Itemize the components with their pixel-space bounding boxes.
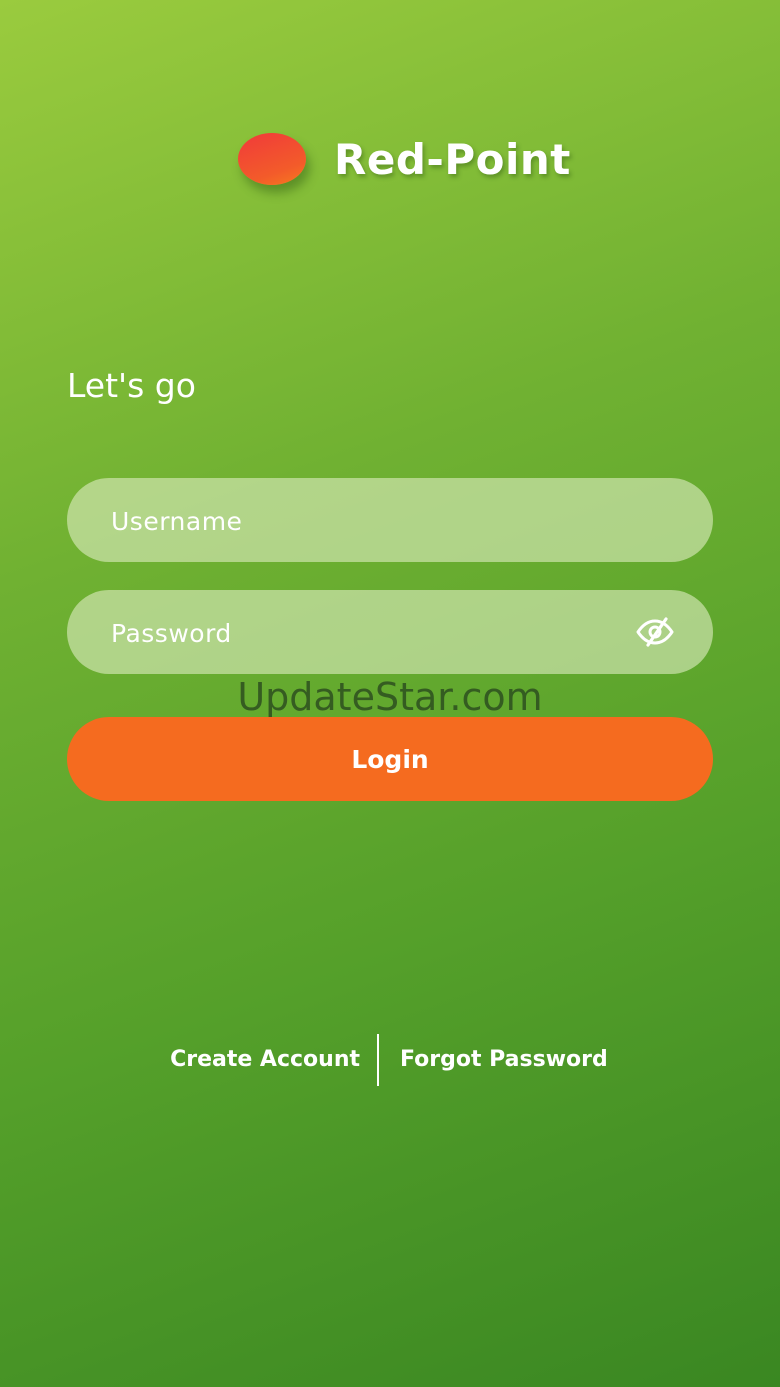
- greeting-heading: Let's go: [67, 366, 196, 405]
- brand-name: Red-Point: [334, 135, 571, 184]
- password-field[interactable]: [67, 590, 713, 676]
- footer-links: Create Account Forgot Password: [0, 1034, 780, 1086]
- brand-header: Red-Point: [0, 128, 780, 192]
- login-button[interactable]: Login: [67, 717, 713, 801]
- forgot-password-link[interactable]: Forgot Password: [400, 1034, 608, 1086]
- username-field[interactable]: [67, 478, 713, 564]
- create-account-link[interactable]: Create Account: [170, 1034, 360, 1086]
- watermark: UpdateStar.com: [237, 675, 543, 719]
- link-divider: [377, 1034, 379, 1086]
- username-input[interactable]: [109, 478, 633, 564]
- red-dot-logo-icon: [238, 133, 306, 185]
- eye-hidden-icon[interactable]: [635, 616, 675, 648]
- password-input[interactable]: [109, 590, 633, 676]
